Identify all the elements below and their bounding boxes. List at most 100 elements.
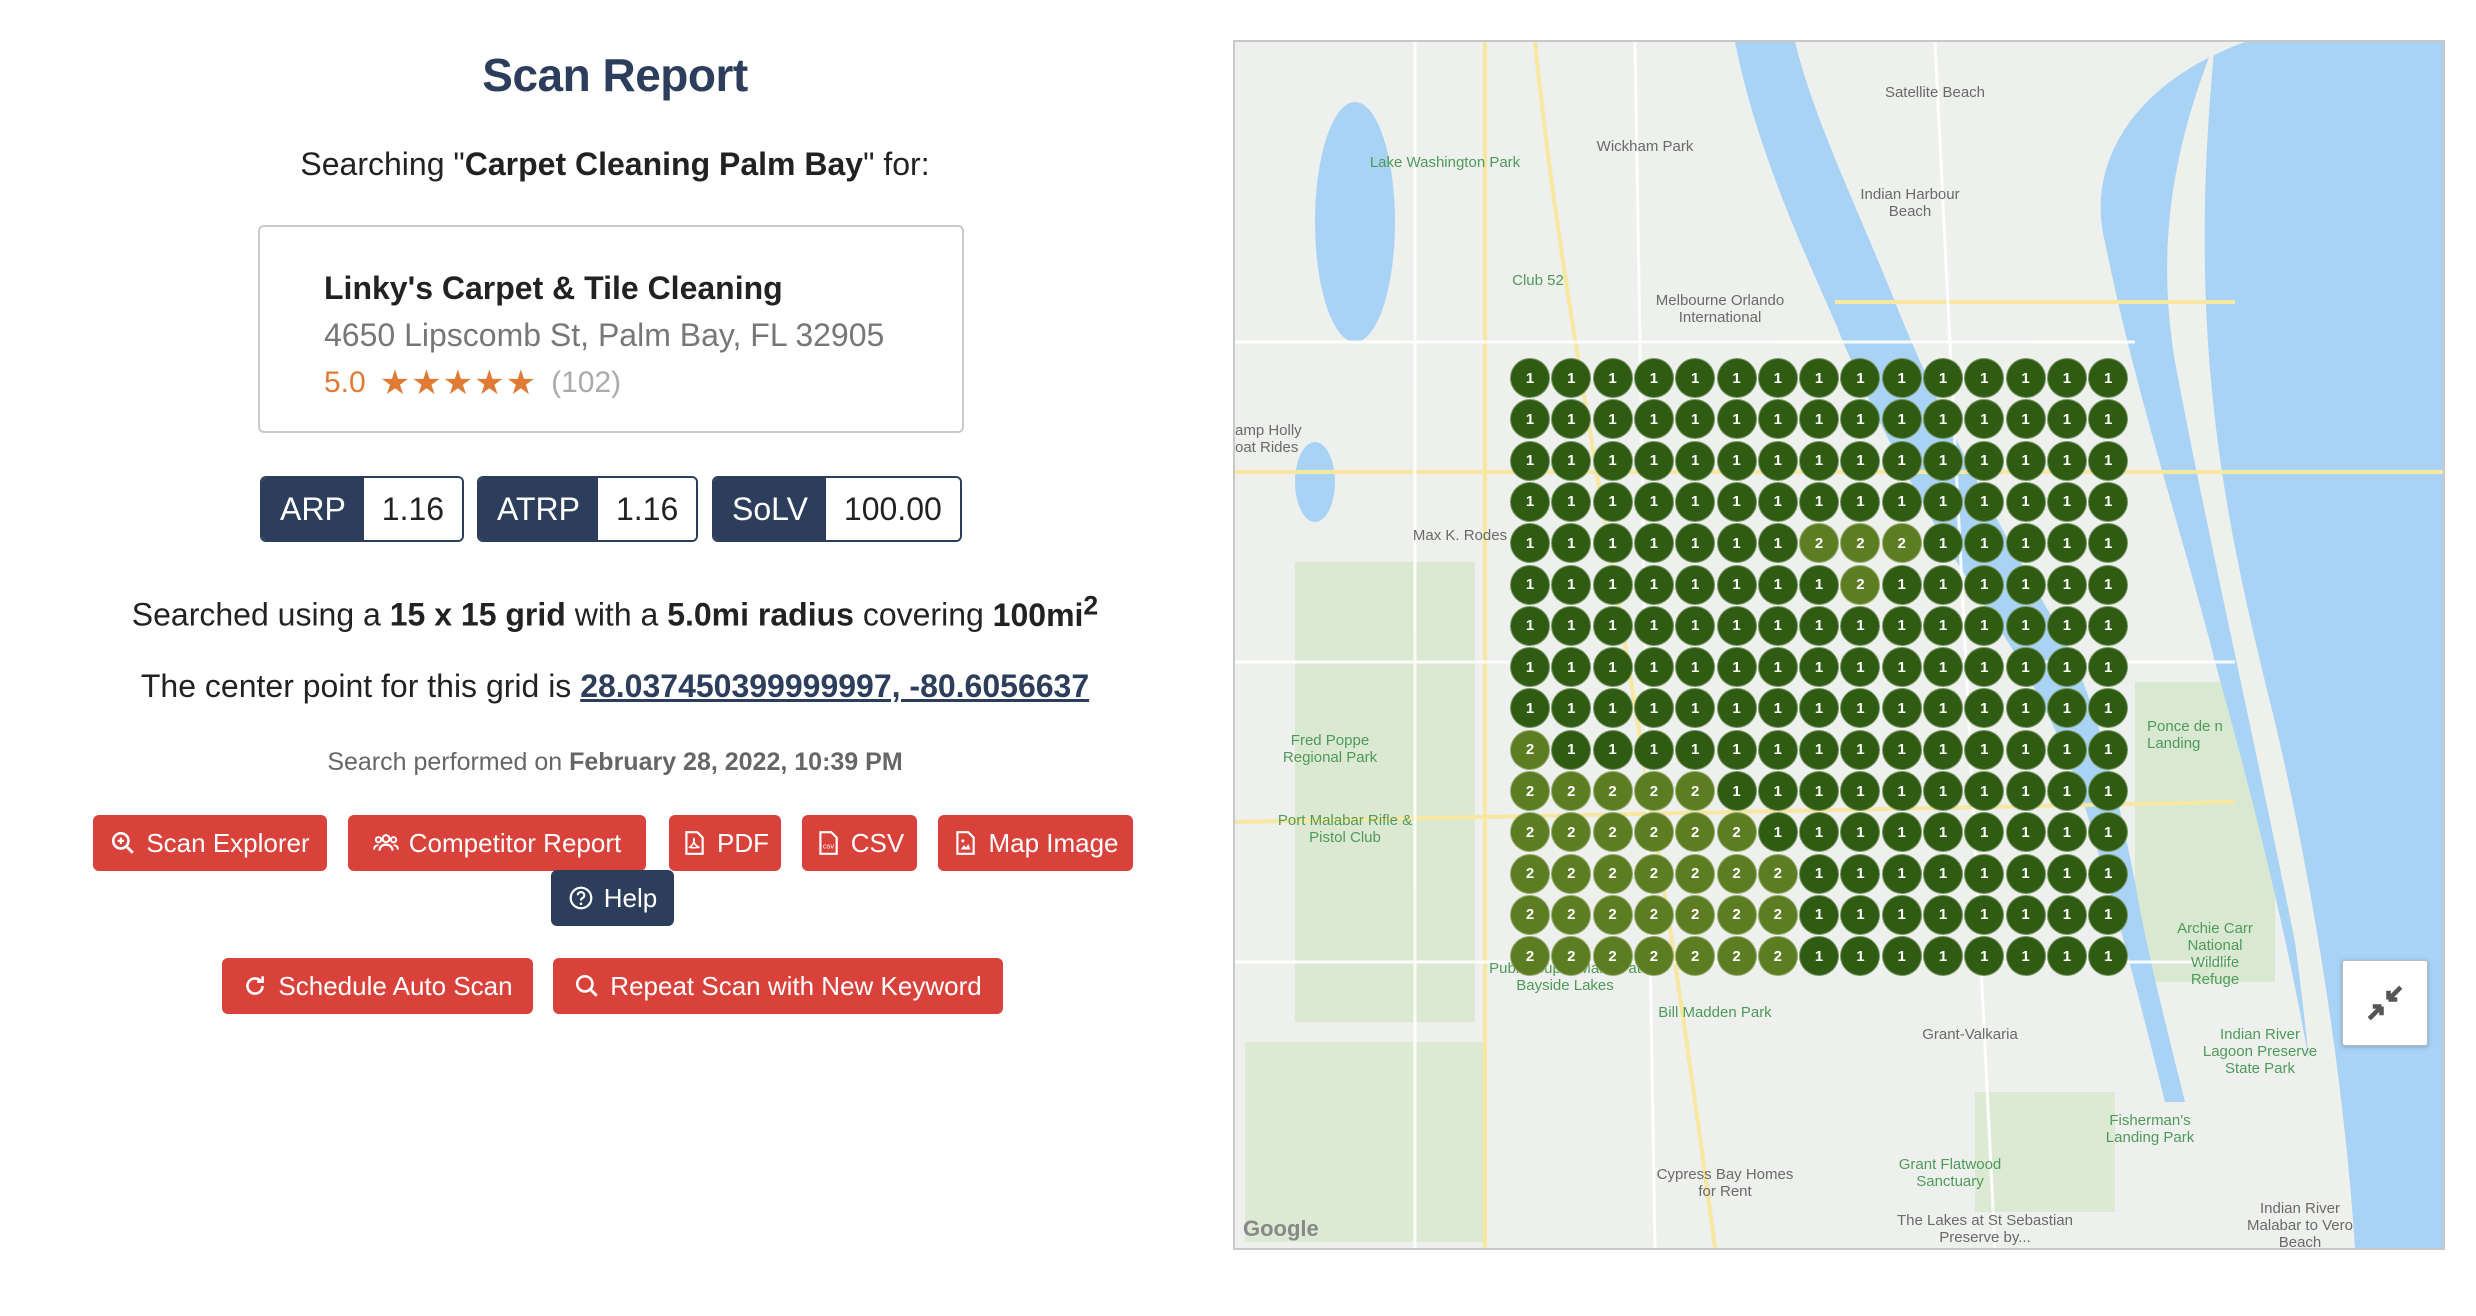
grid-point[interactable]: 1 [1675,688,1716,729]
grid-point[interactable]: 1 [2005,358,2046,398]
grid-point[interactable]: 1 [1716,358,1757,398]
grid-point[interactable]: 1 [1716,729,1757,770]
grid-point[interactable]: 1 [1675,564,1716,605]
grid-point[interactable]: 1 [1675,358,1716,398]
competitor-report-button[interactable]: Competitor Report [348,815,646,871]
grid-point[interactable]: 1 [1757,481,1798,522]
grid-point[interactable]: 2 [1551,853,1592,894]
grid-point[interactable]: 1 [2046,771,2087,811]
grid-point[interactable]: 2 [1716,894,1757,935]
grid-point[interactable]: 2 [1675,812,1716,853]
grid-point[interactable]: 1 [1757,564,1798,605]
grid-point[interactable]: 1 [1799,399,1840,440]
grid-point[interactable]: 2 [1675,853,1716,894]
grid-point[interactable]: 1 [1799,564,1840,605]
map-image-button[interactable]: Map Image [938,815,1133,871]
grid-point[interactable]: 2 [1592,894,1633,935]
grid-point[interactable]: 1 [1881,894,1922,935]
grid-point[interactable]: 1 [1799,647,1840,688]
grid-point[interactable]: 1 [1757,729,1798,770]
grid-point[interactable]: 2 [1592,936,1633,977]
grid-point[interactable]: 1 [2005,481,2046,522]
grid-point[interactable]: 1 [1964,523,2005,564]
grid-point[interactable]: 1 [2005,771,2046,811]
grid-point[interactable]: 1 [1799,729,1840,770]
grid-point[interactable]: 1 [1923,936,1963,977]
grid-point[interactable]: 1 [1840,647,1881,688]
grid-point[interactable]: 1 [2088,771,2129,811]
grid-point[interactable]: 2 [1510,853,1550,894]
grid-point[interactable]: 1 [1757,358,1798,398]
grid-point[interactable]: 1 [1881,440,1922,481]
exit-fullscreen-button[interactable] [2342,960,2428,1046]
repeat-scan-button[interactable]: Repeat Scan with New Keyword [553,958,1003,1014]
grid-point[interactable]: 2 [1675,771,1716,811]
grid-point[interactable]: 1 [1799,481,1840,522]
grid-point[interactable]: 1 [1881,688,1922,729]
grid-point[interactable]: 1 [2005,729,2046,770]
grid-point[interactable]: 1 [2088,812,2129,853]
grid-point[interactable]: 1 [2046,481,2087,522]
grid-point[interactable]: 1 [1510,440,1550,481]
grid-point[interactable]: 1 [1964,936,2005,977]
grid-point[interactable]: 1 [1799,812,1840,853]
grid-point[interactable]: 1 [1840,853,1881,894]
grid-point[interactable]: 1 [1551,564,1592,605]
grid-point[interactable]: 2 [1757,894,1798,935]
grid-point[interactable]: 1 [2005,688,2046,729]
grid-point[interactable]: 1 [1799,936,1840,977]
grid-point[interactable]: 1 [1881,812,1922,853]
grid-point[interactable]: 1 [1964,358,2005,398]
grid-point[interactable]: 1 [2005,936,2046,977]
grid-point[interactable]: 1 [1633,358,1674,398]
grid-point[interactable]: 1 [1881,647,1922,688]
csv-button[interactable]: csv CSV [802,815,917,871]
grid-point[interactable]: 1 [1923,440,1963,481]
grid-point[interactable]: 1 [1964,440,2005,481]
grid-point[interactable]: 2 [1716,812,1757,853]
grid-point[interactable]: 1 [1964,729,2005,770]
grid-point[interactable]: 2 [1551,771,1592,811]
grid-point[interactable]: 1 [1551,399,1592,440]
grid-point[interactable]: 2 [1510,771,1550,811]
grid-point[interactable]: 2 [1510,894,1550,935]
grid-point[interactable]: 1 [1923,688,1963,729]
grid-point[interactable]: 1 [1551,688,1592,729]
grid-point[interactable]: 2 [1799,523,1840,564]
grid-point[interactable]: 2 [1757,853,1798,894]
grid-point[interactable]: 1 [1592,605,1633,646]
grid-point[interactable]: 1 [1964,894,2005,935]
grid-point[interactable]: 2 [1633,771,1674,811]
grid-point[interactable]: 1 [2088,564,2129,605]
grid-point[interactable]: 2 [1510,936,1550,977]
grid-point[interactable]: 2 [1675,894,1716,935]
grid-point[interactable]: 1 [1592,564,1633,605]
grid-point[interactable]: 1 [1840,812,1881,853]
grid-point[interactable]: 1 [1510,647,1550,688]
grid-point[interactable]: 1 [1757,523,1798,564]
grid-point[interactable]: 1 [1799,440,1840,481]
grid-point[interactable]: 2 [1510,729,1550,770]
grid-point[interactable]: 1 [1923,894,1963,935]
grid-point[interactable]: 2 [1551,812,1592,853]
grid-point[interactable]: 1 [1799,771,1840,811]
grid-point[interactable]: 1 [1840,481,1881,522]
grid-point[interactable]: 2 [1633,812,1674,853]
grid-point[interactable]: 1 [1799,358,1840,398]
grid-point[interactable]: 1 [1757,771,1798,811]
grid-point[interactable]: 1 [2046,729,2087,770]
grid-point[interactable]: 1 [1592,399,1633,440]
grid-point[interactable]: 1 [2046,564,2087,605]
grid-point[interactable]: 1 [1716,399,1757,440]
grid-point[interactable]: 1 [1592,523,1633,564]
grid-point[interactable]: 1 [2088,440,2129,481]
grid-point[interactable]: 1 [1675,440,1716,481]
grid-point[interactable]: 2 [1840,564,1881,605]
grid-point[interactable]: 1 [1799,688,1840,729]
grid-point[interactable]: 1 [2088,481,2129,522]
grid-point[interactable]: 1 [2046,358,2087,398]
grid-point[interactable]: 1 [1633,647,1674,688]
grid-point[interactable]: 1 [1964,564,2005,605]
grid-point[interactable]: 1 [1881,564,1922,605]
grid-point[interactable]: 1 [1840,358,1881,398]
